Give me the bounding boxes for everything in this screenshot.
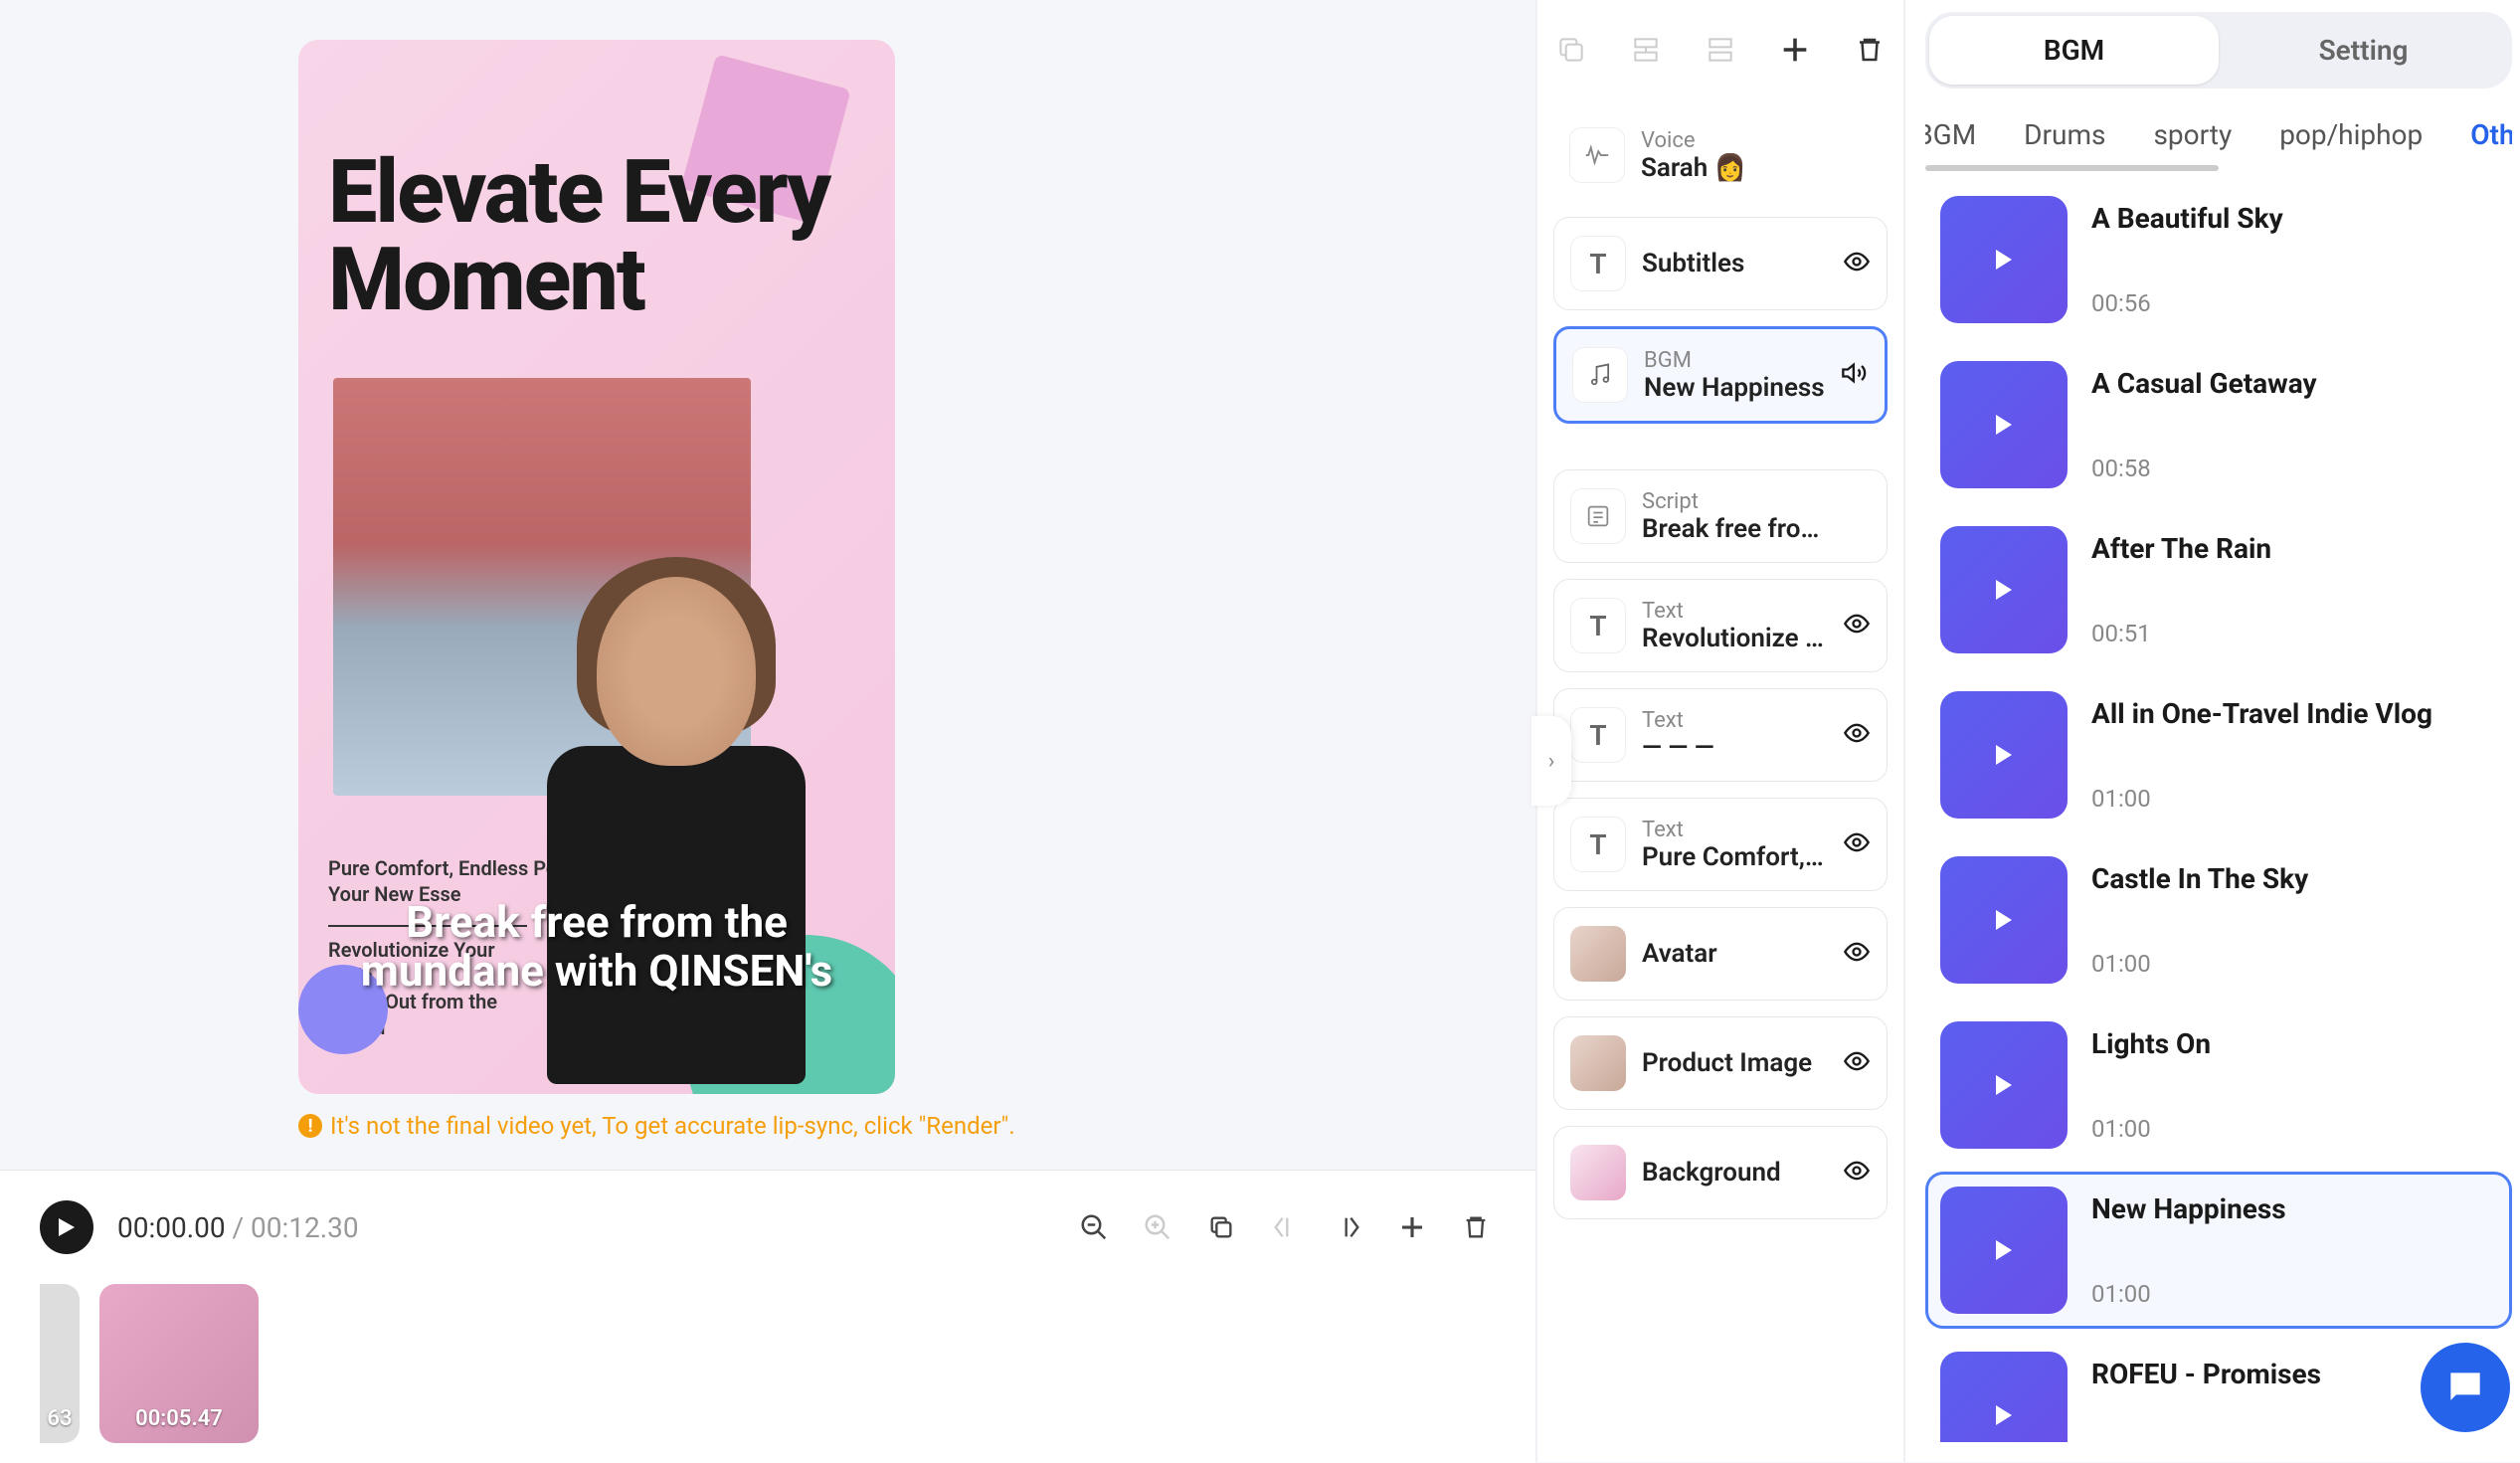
bgm-duration: 00:58 <box>2091 455 2317 482</box>
text-icon: T <box>1570 598 1626 653</box>
music-icon <box>1572 347 1628 403</box>
bgm-title: All in One-Travel Indie Vlog <box>2091 697 2432 730</box>
voice-icon <box>1569 127 1625 183</box>
visibility-icon[interactable] <box>1843 248 1871 279</box>
duplicate-icon[interactable] <box>1201 1207 1241 1247</box>
bgm-list[interactable]: A Beautiful Sky 00:56 A Casual Getaway 0… <box>1925 181 2512 1442</box>
play-button[interactable] <box>40 1200 93 1254</box>
background-thumb <box>1570 1145 1626 1200</box>
cat-pop[interactable]: pop/hiphop <box>2279 118 2423 151</box>
chevron-right-icon: › <box>1548 749 1555 774</box>
visibility-icon[interactable] <box>1843 1157 1871 1189</box>
bgm-track[interactable]: New Happiness 01:00 <box>1925 1172 2512 1329</box>
bgm-setting-tabs: BGM Setting <box>1925 12 2512 89</box>
visibility-icon[interactable] <box>1843 1047 1871 1079</box>
timeline-strip[interactable]: 63 00:05.47 <box>0 1264 1535 1463</box>
layer-script[interactable]: Script Break free fro… <box>1553 469 1888 563</box>
visibility-icon[interactable] <box>1843 828 1871 860</box>
preview-title: Elevate Every Moment <box>328 149 895 324</box>
bgm-duration: 00:51 <box>2091 620 2271 647</box>
bgm-title: New Happiness <box>2091 1192 2286 1225</box>
chat-button[interactable] <box>2421 1343 2510 1432</box>
text-icon: T <box>1570 707 1626 763</box>
bgm-duration: 01:00 <box>2091 1280 2286 1308</box>
bgm-duration: 01:00 <box>2091 950 2308 978</box>
copy-layer-icon[interactable] <box>1553 30 1588 70</box>
cat-drums[interactable]: Drums <box>2024 118 2105 151</box>
bgm-play-thumb[interactable] <box>1940 856 2068 984</box>
layer-text-2[interactable]: T Text — — — <box>1553 688 1888 782</box>
bgm-play-thumb[interactable] <box>1940 1352 2068 1442</box>
text-icon: T <box>1570 236 1626 291</box>
layer-voice[interactable]: Voice Sarah 👩 <box>1553 109 1888 201</box>
bgm-play-thumb[interactable] <box>1940 1021 2068 1149</box>
bgm-play-thumb[interactable] <box>1940 361 2068 488</box>
subtitle-overlay: Break free from the mundane with QINSEN'… <box>328 898 865 995</box>
avatar-thumb <box>1570 926 1626 982</box>
layer-down-icon[interactable] <box>1703 30 1737 70</box>
layer-up-icon[interactable] <box>1628 30 1663 70</box>
layer-background[interactable]: Background <box>1553 1126 1888 1219</box>
zoom-in-icon <box>1138 1207 1177 1247</box>
zoom-out-icon[interactable] <box>1074 1207 1114 1247</box>
bgm-track[interactable]: After The Rain 00:51 <box>1925 511 2512 668</box>
bgm-duration: 01:00 <box>2091 1115 2211 1143</box>
timecode: 00:00.00 / 00:12.30 <box>117 1211 359 1244</box>
cat-my-bgm[interactable]: y BGM <box>1925 118 1976 151</box>
bgm-play-thumb[interactable] <box>1940 691 2068 819</box>
bgm-play-thumb[interactable] <box>1940 526 2068 653</box>
split-right-icon[interactable] <box>1329 1207 1368 1247</box>
bgm-play-thumb[interactable] <box>1940 1187 2068 1314</box>
volume-icon[interactable] <box>1841 359 1869 391</box>
visibility-icon[interactable] <box>1843 938 1871 970</box>
cat-sporty[interactable]: sporty <box>2153 118 2232 151</box>
layer-product-image[interactable]: Product Image <box>1553 1016 1888 1110</box>
timeline-clip[interactable]: 63 <box>40 1284 80 1443</box>
script-icon <box>1570 488 1626 544</box>
clip-time: 63 <box>47 1406 72 1431</box>
timeline-clip[interactable]: 00:05.47 <box>99 1284 259 1443</box>
bgm-title: Castle In The Sky <box>2091 862 2308 895</box>
bgm-title: After The Rain <box>2091 532 2271 565</box>
playback-bar: 00:00.00 / 00:12.30 <box>0 1170 1535 1264</box>
bgm-track[interactable]: A Beautiful Sky 00:56 <box>1925 181 2512 338</box>
render-warning: ! It's not the final video yet, To get a… <box>298 1112 1535 1140</box>
layer-text-1[interactable]: T Text Revolutionize … <box>1553 579 1888 672</box>
bgm-track[interactable]: Lights On 01:00 <box>1925 1006 2512 1164</box>
add-clip-icon[interactable] <box>1392 1207 1432 1247</box>
bgm-track[interactable]: A Casual Getaway 00:58 <box>1925 346 2512 503</box>
delete-clip-icon[interactable] <box>1456 1207 1496 1247</box>
product-thumb <box>1570 1035 1626 1091</box>
preview-canvas[interactable]: Elevate Every Moment Pure Comfort, Endle… <box>298 40 895 1094</box>
text-icon: T <box>1570 817 1626 872</box>
bgm-panel: BGM Setting y BGM Drums sporty pop/hipho… <box>1903 0 2520 1462</box>
bgm-title: A Beautiful Sky <box>2091 202 2283 235</box>
visibility-icon[interactable] <box>1843 719 1871 751</box>
clip-time: 00:05.47 <box>135 1406 223 1431</box>
warning-icon: ! <box>298 1114 322 1138</box>
layers-panel: Voice Sarah 👩 T Subtitles BGM New Happin… <box>1535 0 1903 1462</box>
bgm-track[interactable]: Castle In The Sky 01:00 <box>1925 841 2512 999</box>
bgm-duration: 01:00 <box>2091 785 2432 813</box>
split-left-icon <box>1265 1207 1305 1247</box>
layer-subtitles[interactable]: T Subtitles <box>1553 217 1888 310</box>
layer-bgm[interactable]: BGM New Happiness <box>1553 326 1888 424</box>
bgm-categories[interactable]: y BGM Drums sporty pop/hiphop Oth <box>1925 108 2512 171</box>
layer-avatar[interactable]: Avatar <box>1553 907 1888 1001</box>
avatar-preview <box>517 577 835 1094</box>
add-layer-icon[interactable] <box>1778 30 1813 70</box>
bgm-title: ROFEU - Promises <box>2091 1358 2321 1390</box>
cat-other[interactable]: Oth <box>2470 118 2512 151</box>
layer-text-3[interactable]: T Text Pure Comfort,… <box>1553 798 1888 891</box>
tab-setting[interactable]: Setting <box>2219 16 2508 85</box>
bgm-duration: 00:56 <box>2091 289 2283 317</box>
tab-bgm[interactable]: BGM <box>1929 16 2219 85</box>
collapse-panel-button[interactable]: › <box>1531 716 1571 806</box>
bgm-track[interactable]: All in One-Travel Indie Vlog 01:00 <box>1925 676 2512 833</box>
bgm-title: Lights On <box>2091 1027 2211 1060</box>
bgm-title: A Casual Getaway <box>2091 367 2317 400</box>
bgm-play-thumb[interactable] <box>1940 196 2068 323</box>
delete-layer-icon[interactable] <box>1853 30 1888 70</box>
visibility-icon[interactable] <box>1843 610 1871 641</box>
